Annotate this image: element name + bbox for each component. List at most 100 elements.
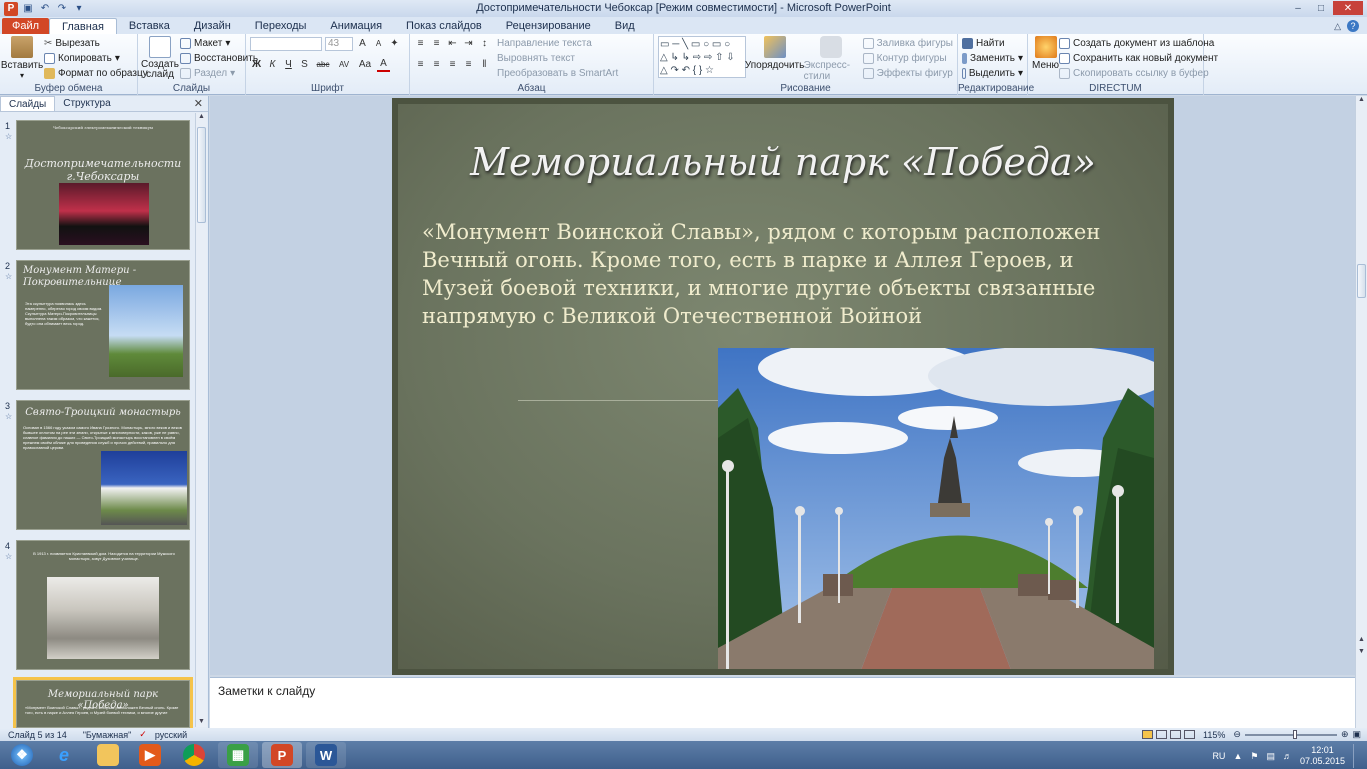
paste-button[interactable]: Вставить ▾ xyxy=(1,36,43,81)
notes-pane[interactable]: Заметки к слайду xyxy=(210,677,1355,728)
bold-button[interactable]: Ж xyxy=(250,58,263,72)
tab-view[interactable]: Вид xyxy=(603,18,647,34)
theme-name[interactable]: "Бумажная" xyxy=(75,730,140,740)
tab-design[interactable]: Дизайн xyxy=(182,18,243,34)
tab-file[interactable]: Файл xyxy=(2,18,50,34)
replace-button[interactable]: Заменить ▾ xyxy=(962,51,1023,66)
slide-body[interactable]: «Монумент Воинской Славы», рядом с котор… xyxy=(422,218,1112,330)
slide-thumbnail-2[interactable]: 2 ☆ Монумент Матери - Покровительнице Эт… xyxy=(5,260,190,390)
align-right-icon[interactable]: ≡ xyxy=(446,58,459,72)
columns-icon[interactable]: ‖ xyxy=(478,58,491,72)
zoom-in-icon[interactable]: ⊕ xyxy=(1341,729,1349,740)
language-tray[interactable]: RU xyxy=(1212,751,1225,762)
clock-date[interactable]: 07.05.2015 xyxy=(1300,756,1345,767)
increase-indent-icon[interactable]: ⇥ xyxy=(462,37,475,51)
start-button[interactable]: ❖ xyxy=(2,742,42,768)
minimize-button[interactable]: – xyxy=(1287,1,1309,15)
line-spacing-icon[interactable]: ↕ xyxy=(478,37,491,51)
grow-font-button[interactable]: A xyxy=(356,37,369,51)
format-painter-button[interactable]: Формат по образцу xyxy=(44,66,148,81)
arrange-button[interactable]: Упорядочить xyxy=(745,36,804,82)
powerpoint-taskbar-button[interactable]: P xyxy=(262,742,302,768)
tab-slideshow[interactable]: Показ слайдов xyxy=(394,18,494,34)
slide-thumbnail-5[interactable]: 5 ☆ Мемориальный парк «Победа» «Монумент… xyxy=(13,677,193,731)
underline-button[interactable]: Ч xyxy=(282,58,295,72)
convert-smartart-button[interactable]: Преобразовать в SmartArt xyxy=(497,66,618,81)
slide-thumbnail-3[interactable]: 3 ☆ Свято-Троицкий монастырь Основан в 1… xyxy=(5,400,190,530)
scroll-thumb[interactable] xyxy=(1357,264,1366,298)
scroll-thumb[interactable] xyxy=(197,127,206,223)
media-player-taskbar-button[interactable]: ▶ xyxy=(130,742,170,768)
calculator-taskbar-button[interactable]: ▦ xyxy=(218,742,258,768)
slides-pane-scrollbar[interactable]: ▲ ▼ xyxy=(195,113,207,727)
fit-slide-icon[interactable]: ▣ xyxy=(1352,729,1361,740)
zoom-slider-knob[interactable] xyxy=(1293,729,1298,739)
align-text-button[interactable]: Выровнять текст xyxy=(497,51,618,66)
next-slide-icon[interactable]: ▼ xyxy=(1356,648,1367,655)
numbering-icon[interactable]: ≡ xyxy=(430,37,443,51)
copy-link-button[interactable]: Скопировать ссылку в буфер xyxy=(1059,66,1218,81)
clock-time[interactable]: 12:01 xyxy=(1300,745,1345,756)
select-button[interactable]: Выделить ▾ xyxy=(962,66,1023,81)
spellcheck-icon[interactable]: ✓ xyxy=(139,729,147,740)
slide-thumbnail-1[interactable]: 1 ☆ Чебоксарский электромеханический тех… xyxy=(5,120,190,250)
language-indicator[interactable]: русский xyxy=(147,730,195,740)
char-spacing-button[interactable]: AV xyxy=(335,58,353,72)
close-button[interactable]: ✕ xyxy=(1333,1,1363,15)
shape-effects-button[interactable]: Эффекты фигур xyxy=(862,66,953,81)
shapes-gallery[interactable]: ▭ ─ ╲ ▭ ○ ▭ ○ △ ↳ ↳ ⇨ ⇨ ⇧ ⇩ △ ↷ ↶ { } ☆ xyxy=(658,36,746,78)
shape-fill-button[interactable]: Заливка фигуры xyxy=(862,36,953,51)
shrink-font-button[interactable]: A xyxy=(372,37,385,51)
tab-review[interactable]: Рецензирование xyxy=(494,18,603,34)
reading-view-icon[interactable] xyxy=(1170,730,1182,739)
help-icon[interactable]: ? xyxy=(1347,20,1359,32)
prev-slide-icon[interactable]: ▲ xyxy=(1356,636,1367,643)
minimize-ribbon-icon[interactable]: △ xyxy=(1334,21,1341,32)
maximize-button[interactable]: □ xyxy=(1310,1,1332,15)
tab-slides[interactable]: Слайды xyxy=(0,96,56,111)
tab-animations[interactable]: Анимация xyxy=(318,18,394,34)
font-color-button[interactable]: A xyxy=(377,58,390,72)
chrome-taskbar-button[interactable] xyxy=(174,742,214,768)
quick-styles-button[interactable]: Экспресс-стили xyxy=(804,36,859,82)
tab-outline[interactable]: Структура xyxy=(55,96,118,111)
tab-transitions[interactable]: Переходы xyxy=(243,18,319,34)
strikethrough-button[interactable]: abc xyxy=(314,58,332,72)
new-slide-button[interactable]: Создать слайд xyxy=(141,36,179,81)
word-taskbar-button[interactable]: W xyxy=(306,742,346,768)
copy-button[interactable]: Копировать ▾ xyxy=(44,51,148,66)
slide-title[interactable]: Мемориальный парк «Победа» xyxy=(398,140,1168,184)
font-size-combo[interactable]: 43 xyxy=(325,36,353,51)
close-pane-icon[interactable]: ✕ xyxy=(194,97,203,110)
slide-thumbnail-4[interactable]: 4 ☆ В 1913 г. появляется Кристаевский до… xyxy=(5,540,190,670)
scroll-up-icon[interactable]: ▲ xyxy=(196,113,207,120)
save-as-new-button[interactable]: Сохранить как новый документ xyxy=(1059,51,1218,66)
ie-taskbar-button[interactable]: e xyxy=(44,742,84,768)
directum-menu-button[interactable]: Меню xyxy=(1032,36,1059,81)
memorial-park-photo[interactable] xyxy=(718,348,1154,669)
font-name-combo[interactable] xyxy=(250,36,322,51)
italic-button[interactable]: К xyxy=(266,58,279,72)
justify-icon[interactable]: ≡ xyxy=(462,58,475,72)
shape-outline-button[interactable]: Контур фигуры xyxy=(862,51,953,66)
text-direction-button[interactable]: Направление текста xyxy=(497,36,618,51)
create-from-template-button[interactable]: Создать документ из шаблона xyxy=(1059,36,1218,51)
align-center-icon[interactable]: ≡ xyxy=(430,58,443,72)
tab-home[interactable]: Главная xyxy=(49,18,117,34)
bullets-icon[interactable]: ≡ xyxy=(414,37,427,51)
normal-view-icon[interactable] xyxy=(1142,730,1154,739)
network-icon[interactable]: ▤ xyxy=(1266,751,1275,762)
editor-scrollbar[interactable]: ▲ ▲ ▼ xyxy=(1355,96,1367,728)
volume-icon[interactable]: ♬ xyxy=(1283,751,1292,762)
slideshow-icon[interactable] xyxy=(1184,730,1196,739)
explorer-taskbar-button[interactable] xyxy=(88,742,128,768)
align-left-icon[interactable]: ≡ xyxy=(414,58,427,72)
find-button[interactable]: Найти xyxy=(962,36,1023,51)
scroll-up-icon[interactable]: ▲ xyxy=(1356,96,1367,103)
clear-format-icon[interactable]: ✦ xyxy=(388,37,401,51)
decrease-indent-icon[interactable]: ⇤ xyxy=(446,37,459,51)
current-slide[interactable]: Мемориальный парк «Победа» «Монумент Вои… xyxy=(392,98,1174,675)
tab-insert[interactable]: Вставка xyxy=(117,18,182,34)
zoom-slider[interactable] xyxy=(1244,729,1337,739)
scroll-down-icon[interactable]: ▼ xyxy=(196,718,207,725)
